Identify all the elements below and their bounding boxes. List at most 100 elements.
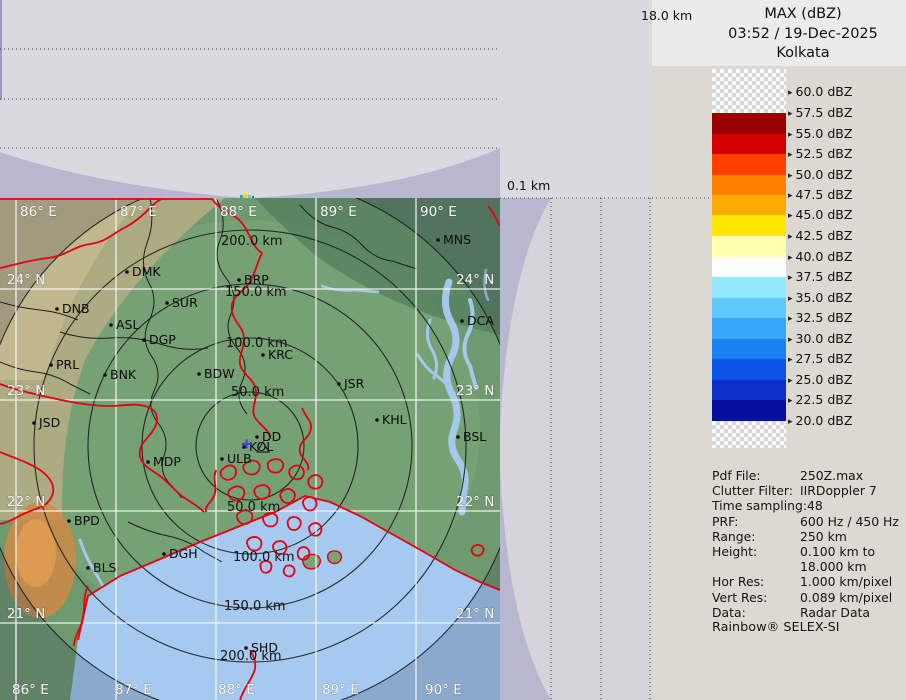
tick-arrow-icon: ▸ bbox=[788, 191, 793, 201]
range-ring-label: 150.0 km bbox=[224, 599, 286, 614]
legend-tick-label: ▸50.0 dBZ bbox=[788, 167, 852, 182]
legend-tick-label: ▸37.5 dBZ bbox=[788, 269, 852, 284]
station-label: ULB bbox=[227, 451, 252, 466]
range-ring-label: 200.0 km bbox=[221, 234, 283, 249]
legend-color-cell bbox=[712, 359, 786, 380]
longitude-label: 88° E bbox=[220, 204, 257, 220]
station-label: JSR bbox=[343, 376, 365, 391]
metadata-row: Range:250 km bbox=[712, 529, 906, 544]
legend-tick-label: ▸27.5 dBZ bbox=[788, 351, 852, 366]
tick-arrow-icon: ▸ bbox=[788, 88, 793, 98]
legend-tick-label: ▸47.5 dBZ bbox=[788, 187, 852, 202]
metadata-row: Height:0.100 km to bbox=[712, 544, 906, 559]
product-header: MAX (dBZ) 03:52 / 19-Dec-2025 Kolkata bbox=[700, 5, 906, 64]
longitude-label: 86° E bbox=[12, 682, 49, 698]
station-dot bbox=[55, 307, 59, 311]
latitude-label: 21° N bbox=[7, 606, 45, 622]
latitude-label: 24° N bbox=[456, 272, 494, 288]
software-brand: Rainbow® SELEX-SI bbox=[712, 620, 839, 635]
metadata-row: 18.000 km bbox=[712, 559, 906, 574]
legend-color-cell bbox=[712, 257, 786, 277]
station-label: ASL bbox=[116, 317, 139, 332]
station-label: DMK bbox=[132, 264, 161, 279]
metadata-row: Pdf File:250Z.max bbox=[712, 468, 906, 483]
latitude-label: 22° N bbox=[7, 494, 45, 510]
latitude-label: 23° N bbox=[456, 383, 494, 399]
station-dot bbox=[165, 301, 169, 305]
station-label: JSD bbox=[38, 415, 60, 430]
range-ring-label: 50.0 km bbox=[227, 500, 280, 515]
metadata-row: PRF:600 Hz / 450 Hz bbox=[712, 514, 906, 529]
legend-color-cell bbox=[712, 298, 786, 318]
station-label: SHD bbox=[251, 640, 278, 655]
station-dot bbox=[86, 566, 90, 570]
legend-color-cell bbox=[712, 215, 786, 236]
longitude-label: 87° E bbox=[115, 682, 152, 698]
tick-arrow-icon: ▸ bbox=[788, 376, 793, 386]
legend-color-cell bbox=[712, 236, 786, 257]
legend-tick-label: ▸52.5 dBZ bbox=[788, 146, 852, 161]
metadata-row: Hor Res:1.000 km/pixel bbox=[712, 574, 906, 589]
legend-color-cell bbox=[712, 175, 786, 195]
longitude-label: 90° E bbox=[420, 204, 457, 220]
tick-arrow-icon: ▸ bbox=[788, 417, 793, 427]
station-dot bbox=[32, 421, 36, 425]
product-timestamp: 03:52 / 19-Dec-2025 bbox=[700, 25, 906, 45]
legend-color-cell bbox=[712, 195, 786, 215]
station-dot bbox=[244, 646, 248, 650]
tick-arrow-icon: ▸ bbox=[788, 109, 793, 119]
tick-arrow-icon: ▸ bbox=[788, 335, 793, 345]
longitude-label: 90° E bbox=[425, 682, 462, 698]
station-dot bbox=[261, 353, 265, 357]
station-label: BLS bbox=[93, 560, 117, 575]
tick-arrow-icon: ▸ bbox=[788, 314, 793, 324]
right-projection-panel bbox=[500, 198, 652, 700]
station-dot bbox=[67, 519, 71, 523]
station-dot bbox=[237, 278, 241, 282]
legend-tick-label: ▸55.0 dBZ bbox=[788, 126, 852, 141]
legend-tick-label: ▸35.0 dBZ bbox=[788, 290, 852, 305]
longitude-label: 89° E bbox=[322, 682, 359, 698]
station-dot bbox=[109, 323, 113, 327]
station-dot bbox=[197, 372, 201, 376]
tick-arrow-icon: ▸ bbox=[788, 253, 793, 263]
station-label: DNB bbox=[62, 301, 90, 316]
top-projection-panel bbox=[0, 0, 652, 198]
legend-color-cell bbox=[712, 339, 786, 359]
station-dot bbox=[162, 552, 166, 556]
station-label: KRC bbox=[268, 347, 293, 362]
longitude-label: 87° E bbox=[120, 204, 157, 220]
station-label: BSL bbox=[463, 429, 486, 444]
metadata-row: Vert Res:0.089 km/pixel bbox=[712, 590, 906, 605]
station-label: SUR bbox=[172, 295, 198, 310]
legend-color-cell bbox=[712, 69, 786, 113]
tick-arrow-icon: ▸ bbox=[788, 273, 793, 283]
legend-color-cell bbox=[712, 318, 786, 339]
legend-tick-label: ▸20.0 dBZ bbox=[788, 413, 852, 428]
legend-color-cell bbox=[712, 400, 786, 421]
legend-tick-label: ▸30.0 dBZ bbox=[788, 331, 852, 346]
latitude-label: 22° N bbox=[456, 494, 494, 510]
station-label: MDP bbox=[153, 454, 181, 469]
station-label: MNS bbox=[443, 232, 471, 247]
station-label: BDW bbox=[204, 366, 235, 381]
metadata-row: Clutter Filter:IIRDoppler 7 bbox=[712, 483, 906, 498]
metadata-row: Data:Radar Data bbox=[712, 605, 906, 620]
longitude-label: 86° E bbox=[20, 204, 57, 220]
tick-arrow-icon: ▸ bbox=[788, 294, 793, 304]
station-dot bbox=[337, 382, 341, 386]
legend-color-cell bbox=[712, 134, 786, 154]
station-dot bbox=[242, 445, 246, 449]
legend-tick-label: ▸60.0 dBZ bbox=[788, 84, 852, 99]
range-ring-label: 100.0 km bbox=[233, 550, 295, 565]
station-dot bbox=[220, 457, 224, 461]
station-dot bbox=[142, 338, 146, 342]
min-height-label: 0.1 km bbox=[507, 178, 550, 193]
tick-arrow-icon: ▸ bbox=[788, 150, 793, 160]
legend-color-cell bbox=[712, 421, 786, 448]
station-dot bbox=[125, 270, 129, 274]
latitude-label: 24° N bbox=[7, 272, 45, 288]
product-title: MAX (dBZ) bbox=[700, 5, 906, 25]
tick-arrow-icon: ▸ bbox=[788, 211, 793, 221]
legend-tick-label: ▸57.5 dBZ bbox=[788, 105, 852, 120]
